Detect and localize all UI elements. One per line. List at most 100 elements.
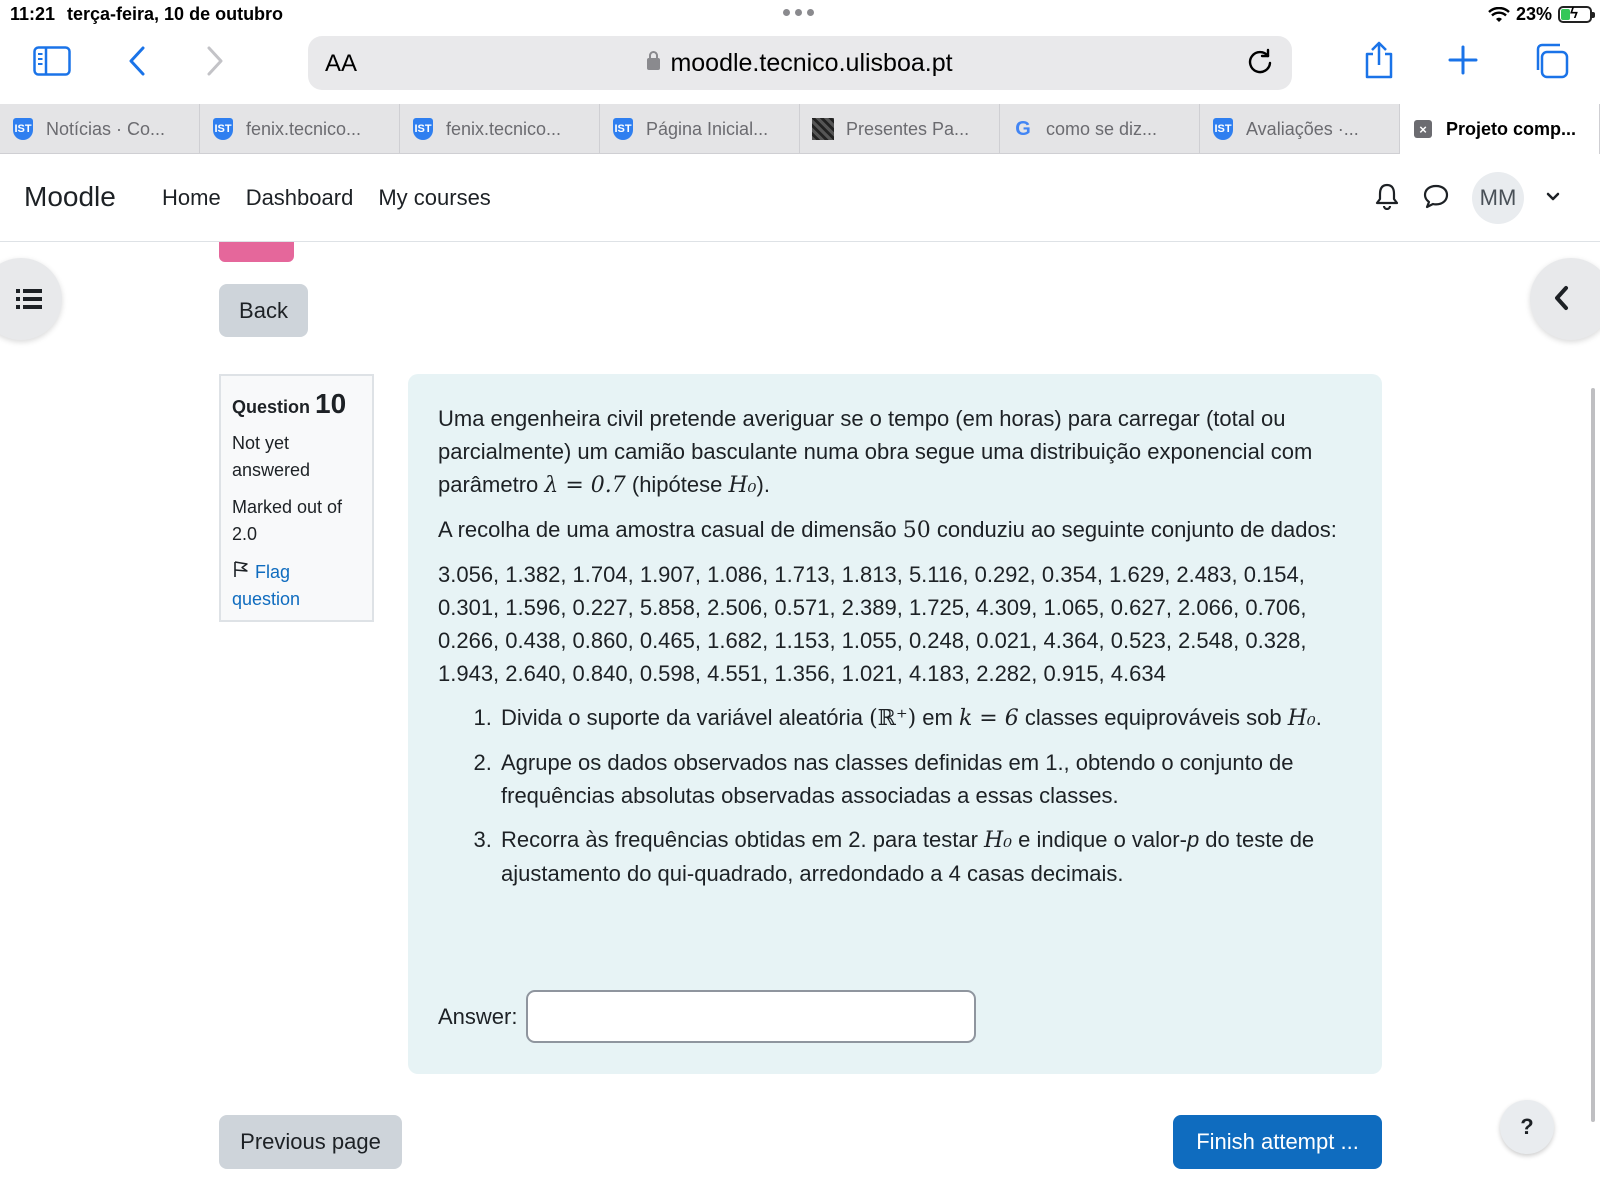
tab-label: Projeto comp...: [1446, 118, 1577, 139]
tab-label: Página Inicial...: [646, 118, 769, 139]
question-content: Uma engenheira civil pretende averiguar …: [408, 374, 1382, 1074]
battery-percent: 23%: [1515, 4, 1552, 24]
shield-icon: IST: [412, 117, 434, 141]
url-text: moodle.tecnico.ulisboa.pt: [670, 49, 953, 77]
finish-attempt-button[interactable]: Finish attempt ...: [1173, 1115, 1382, 1169]
question-text: (hipótese: [625, 472, 729, 497]
k-math: k = 6: [958, 706, 1019, 731]
question-marks: Marked out of 2.0: [232, 497, 343, 544]
chat-bubble-icon[interactable]: [1422, 183, 1450, 214]
browser-tab[interactable]: IST Notícias · Co...: [0, 104, 200, 154]
help-button[interactable]: ?: [1500, 1100, 1554, 1154]
nav-home[interactable]: Home: [162, 185, 221, 211]
p-italic: p: [1186, 827, 1200, 852]
shield-icon: IST: [612, 117, 634, 141]
previous-page-button[interactable]: Previous page: [219, 1115, 402, 1169]
url-display[interactable]: moodle.tecnico.ulisboa.pt: [308, 49, 1292, 78]
battery-icon: ϟ: [1558, 5, 1595, 23]
task-item: Divida o suporte da variável aleatória (…: [498, 701, 1352, 735]
back-arrow-icon[interactable]: [122, 44, 152, 78]
bell-icon[interactable]: [1374, 182, 1400, 215]
tab-label: Presentes Pa...: [846, 118, 970, 139]
support-math: (ℝ⁺): [869, 706, 917, 731]
block-drawer-toggle[interactable]: [1530, 258, 1600, 340]
tab-label: como se diz...: [1046, 118, 1158, 139]
course-index-toggle[interactable]: [0, 258, 62, 340]
close-icon[interactable]: ×: [1412, 117, 1434, 141]
question-intro: Uma engenheira civil pretende averiguar …: [438, 402, 1352, 502]
chevron-down-icon[interactable]: [1546, 189, 1560, 207]
pattern-icon: [812, 117, 834, 141]
reload-icon[interactable]: [1246, 48, 1274, 81]
question-text: classes equiprováveis sob: [1018, 705, 1288, 730]
browser-toolbar: AA moodle.tecnico.ulisboa.pt: [0, 30, 1600, 102]
share-icon[interactable]: [1361, 40, 1397, 80]
question-text: em: [916, 705, 959, 730]
h0-math: H₀: [1287, 706, 1316, 731]
site-brand[interactable]: Moodle: [24, 181, 116, 213]
question-number-value: 10: [315, 388, 347, 419]
scrollbar[interactable]: [1591, 388, 1595, 1122]
question-text: .: [1315, 705, 1322, 730]
h0-math: H₀: [984, 828, 1013, 853]
sample-data: 3.056, 1.382, 1.704, 1.907, 1.086, 1.713…: [438, 562, 1307, 686]
tab-label: fenix.tecnico...: [446, 118, 562, 139]
browser-tab[interactable]: IST fenix.tecnico...: [400, 104, 600, 154]
primary-nav: Home Dashboard My courses: [162, 185, 491, 211]
google-icon: G: [1015, 117, 1031, 140]
task-item: Agrupe os dados observados nas classes d…: [498, 746, 1352, 812]
multitask-dots-icon[interactable]: [783, 9, 814, 16]
browser-tab[interactable]: Gcomo se diz...: [1000, 104, 1200, 154]
avatar[interactable]: MM: [1472, 172, 1524, 224]
status-bar: 11:21 terça-feira, 10 de outubro 23% ϟ: [0, 0, 1600, 30]
browser-tab[interactable]: IST Avaliações ·...: [1200, 104, 1400, 154]
question-text: ).: [756, 472, 770, 497]
tab-label: fenix.tecnico...: [246, 118, 362, 139]
question-text: Recorra às frequências obtidas em 2. par…: [501, 827, 985, 852]
tab-strip: IST Notícias · Co... IST fenix.tecnico... …: [0, 104, 1600, 154]
answer-row: Answer:: [438, 990, 977, 1043]
browser-tab[interactable]: IST Página Inicial...: [600, 104, 800, 154]
h0-math: H₀: [728, 473, 757, 498]
sidebar-toggle-icon[interactable]: [32, 44, 72, 78]
partial-pink-button[interactable]: [219, 242, 294, 262]
question-text: A recolha de uma amostra casual de dimen…: [438, 517, 903, 542]
lock-icon: [647, 51, 661, 70]
question-text: e indique o valor-: [1012, 827, 1187, 852]
tab-label: Avaliações ·...: [1246, 118, 1359, 139]
tab-overview-icon[interactable]: [1532, 42, 1570, 80]
flag-question-link[interactable]: Flag question: [232, 559, 361, 613]
forward-arrow-icon[interactable]: [200, 44, 230, 78]
nav-dashboard[interactable]: Dashboard: [246, 185, 354, 211]
user-nav: MM: [1374, 172, 1560, 224]
question-info: Question 10 Not yet answered Marked out …: [219, 374, 374, 622]
question-text: Divida o suporte da variável aleatória: [501, 705, 870, 730]
lambda-math: λ = 0.7: [544, 473, 626, 498]
answer-input[interactable]: [526, 990, 977, 1043]
question-tasks: Divida o suporte da variável aleatória (…: [498, 701, 1352, 890]
status-right: 23% ϟ: [1488, 4, 1595, 25]
sample-size-math: 50: [902, 518, 931, 543]
shield-icon: IST: [1212, 117, 1234, 141]
question-text: conduziu ao seguinte conjunto de dados:: [930, 517, 1337, 542]
address-bar[interactable]: AA moodle.tecnico.ulisboa.pt: [308, 36, 1292, 90]
moodle-navbar: Moodle Home Dashboard My courses MM: [0, 154, 1600, 242]
status-date: terça-feira, 10 de outubro: [67, 4, 284, 24]
question-prefix: Question: [232, 397, 311, 417]
shield-icon: IST: [212, 117, 234, 141]
browser-tab[interactable]: Presentes Pa...: [800, 104, 1000, 154]
page: 11:21 terça-feira, 10 de outubro 23% ϟ A…: [0, 0, 1600, 1200]
task-item: Recorra às frequências obtidas em 2. par…: [498, 823, 1352, 890]
answer-label: Answer:: [438, 1004, 518, 1029]
nav-my-courses[interactable]: My courses: [378, 185, 490, 211]
new-tab-icon[interactable]: [1447, 44, 1479, 76]
wifi-icon: [1488, 6, 1510, 22]
browser-tab-active[interactable]: × Projeto comp...: [1400, 104, 1600, 154]
list-icon: [16, 288, 42, 315]
browser-tab[interactable]: IST fenix.tecnico...: [200, 104, 400, 154]
back-button[interactable]: Back: [219, 284, 308, 337]
question-state: Not yet answered: [232, 433, 311, 480]
flag-icon: [232, 561, 250, 582]
tab-label: Notícias · Co...: [46, 118, 166, 139]
shield-icon: IST: [12, 117, 34, 141]
